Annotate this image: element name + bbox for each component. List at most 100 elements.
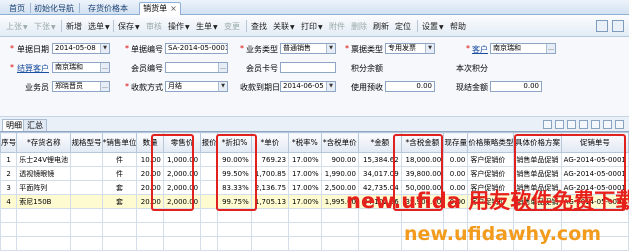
table-cell[interactable] — [0, 236, 18, 251]
prev-button[interactable]: 上张▼ — [6, 21, 28, 32]
table-cell[interactable]: 10.00 — [136, 152, 164, 167]
doc-no-field[interactable]: SA-2014-05-0001 — [165, 43, 228, 54]
print-button[interactable]: 打印▼ — [301, 21, 323, 32]
col-header[interactable]: *存货名称 — [16, 132, 72, 153]
col-header[interactable]: 规格型号 — [70, 132, 103, 153]
table-cell[interactable] — [200, 208, 219, 223]
table-cell[interactable]: 0.00 — [443, 152, 469, 167]
lookup-icon[interactable]: … — [100, 63, 109, 72]
table-cell[interactable]: 2,000.00 — [162, 194, 202, 209]
table-cell[interactable] — [0, 222, 18, 237]
table-cell[interactable]: 索尼150B — [16, 194, 72, 209]
close-icon[interactable]: × — [170, 4, 177, 13]
date-field[interactable]: 2014-05-08 ▼ — [52, 43, 110, 54]
table-cell[interactable] — [70, 180, 103, 195]
settings-button[interactable]: 设置▼ — [422, 21, 444, 32]
new-button[interactable]: 新增 — [66, 21, 82, 32]
table-cell[interactable]: 1,990.00 — [320, 166, 359, 181]
table-cell[interactable] — [217, 222, 252, 237]
table-cell[interactable] — [200, 166, 219, 181]
col-header[interactable]: *含税金额 — [400, 132, 445, 153]
table-cell[interactable] — [288, 222, 322, 237]
settle-customer-link[interactable]: 结算客户 — [16, 63, 49, 74]
tab-sales-delivery[interactable]: 销货单 × — [139, 2, 181, 15]
col-header[interactable]: 价格策略类型 — [467, 132, 515, 153]
delete-row-icon[interactable] — [567, 120, 576, 129]
collect-method-select[interactable]: 月结 ▼ — [165, 81, 228, 92]
table-cell[interactable]: 900.00 — [320, 152, 359, 167]
table-cell[interactable] — [136, 236, 164, 251]
table-cell[interactable] — [136, 222, 164, 237]
table-cell[interactable]: 18,000.00 — [400, 152, 445, 167]
col-header[interactable]: 序号 — [0, 132, 18, 153]
table-cell[interactable]: 20.00 — [136, 166, 164, 181]
table-cell[interactable]: 2 — [0, 166, 18, 181]
table-cell[interactable] — [101, 208, 138, 223]
table-cell[interactable]: 平面阵列 — [16, 180, 72, 195]
table-cell[interactable] — [288, 208, 322, 223]
table-cell[interactable]: 2,000.00 — [162, 166, 202, 181]
cash-amount-field[interactable]: 0.00 — [490, 81, 542, 92]
member-card-field[interactable] — [280, 62, 336, 73]
table-cell[interactable]: 2,136.75 — [250, 180, 290, 195]
grid-menu-icon[interactable] — [615, 120, 624, 129]
use-prepay-field[interactable]: 0.00 — [385, 81, 435, 92]
table-cell[interactable]: 乐士24V锂电池 — [16, 152, 72, 167]
calendar-icon[interactable]: ▼ — [100, 44, 109, 53]
table-cell[interactable] — [250, 208, 290, 223]
collect-due-field[interactable]: 2014-06-05 ▼ — [280, 81, 336, 92]
table-cell[interactable]: 17.00% — [288, 152, 322, 167]
col-header[interactable]: *税率% — [288, 132, 322, 153]
table-cell[interactable] — [162, 208, 202, 223]
table-cell[interactable] — [70, 194, 103, 209]
table-cell[interactable]: 1,000.00 — [162, 152, 202, 167]
locate-button[interactable]: 定位 — [395, 21, 411, 32]
col-header[interactable]: 零售价 — [162, 132, 202, 153]
table-cell[interactable]: 0.00 — [443, 166, 469, 181]
table-cell[interactable]: 件 — [101, 152, 138, 167]
table-cell[interactable]: 83.33% — [217, 180, 252, 195]
customer-field[interactable]: 南京瑞和… — [490, 43, 556, 54]
collapse-toolbar-icon[interactable] — [596, 20, 608, 32]
table-cell[interactable] — [250, 222, 290, 237]
tab-price-book[interactable]: 存货价格本 — [81, 2, 135, 15]
table-cell[interactable]: 1 — [0, 152, 18, 167]
next-button[interactable]: 下张▼ — [34, 21, 56, 32]
table-row[interactable]: 2 透视镜眼镜 件 20.00 2,000.00 99.50% 1,700.85 17.00%… — [0, 166, 629, 181]
table-cell[interactable] — [70, 208, 103, 223]
col-header[interactable]: 促销单号 — [560, 132, 629, 153]
table-cell[interactable]: 20.00 — [136, 180, 164, 195]
audit-button[interactable]: 审核 — [146, 21, 162, 32]
col-header[interactable]: 现存量 — [443, 132, 469, 153]
table-cell[interactable]: 3 — [0, 180, 18, 195]
table-cell[interactable] — [200, 180, 219, 195]
tab-home[interactable]: 首页 — [6, 2, 28, 15]
table-cell[interactable]: 套 — [101, 194, 138, 209]
table-cell[interactable]: 769.23 — [250, 152, 290, 167]
table-row[interactable]: 1 乐士24V锂电池 件 10.00 1,000.00 90.00% 769.23 17.00… — [0, 152, 629, 167]
table-cell[interactable] — [70, 166, 103, 181]
lookup-icon[interactable]: … — [100, 82, 109, 91]
table-cell[interactable] — [0, 208, 18, 223]
table-cell[interactable] — [200, 194, 219, 209]
insert-row-icon[interactable] — [555, 120, 564, 129]
delete-button[interactable]: 删除 — [351, 21, 367, 32]
table-cell[interactable] — [101, 236, 138, 251]
col-header[interactable]: *销售单位 — [101, 132, 138, 153]
batch-icon[interactable] — [579, 120, 588, 129]
table-cell[interactable]: 1,705.13 — [250, 194, 290, 209]
table-cell[interactable] — [70, 236, 103, 251]
related-button[interactable]: 关联▼ — [273, 21, 295, 32]
table-cell[interactable] — [200, 236, 219, 251]
table-cell[interactable] — [357, 222, 402, 237]
customer-link[interactable]: 客户 — [471, 44, 488, 55]
table-cell[interactable] — [217, 236, 252, 251]
member-no-field[interactable]: … — [165, 62, 228, 73]
copy-row-icon[interactable] — [543, 120, 552, 129]
table-cell[interactable]: 透视镜眼镜 — [16, 166, 72, 181]
expand-toolbar-icon[interactable] — [612, 20, 624, 32]
table-cell[interactable] — [162, 222, 202, 237]
change-button[interactable]: 变更 — [224, 21, 240, 32]
table-cell[interactable] — [70, 152, 103, 167]
invoice-type-select[interactable]: 专用发票 ▼ — [385, 43, 435, 54]
